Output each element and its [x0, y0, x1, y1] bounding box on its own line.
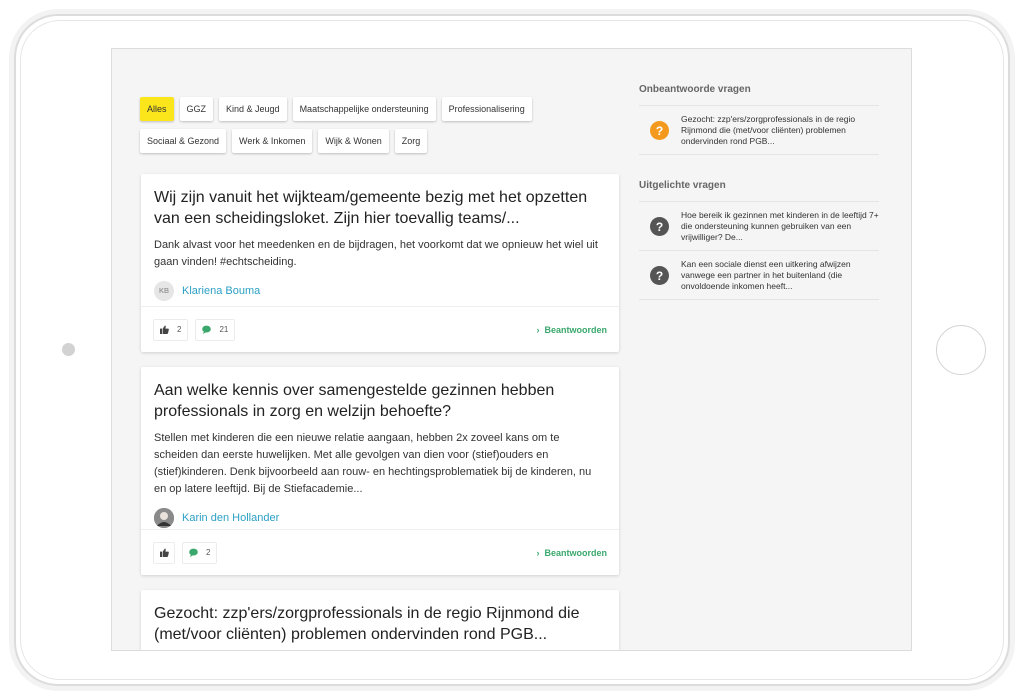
author: Karin den Hollander [154, 507, 606, 529]
featured-questions: Uitgelichte vragen ? Hoe bereik ik gezin… [639, 180, 879, 300]
filter-professionalisering[interactable]: Professionalisering [441, 97, 532, 121]
filter-maatschappelijke-ondersteuning[interactable]: Maatschappelijke ondersteuning [292, 97, 436, 121]
question-excerpt: Stellen met kinderen die een nieuwe rela… [154, 432, 592, 495]
question-icon: ? [650, 121, 669, 140]
filter-alles[interactable]: Alles [140, 97, 174, 121]
question-title[interactable]: Wij zijn vanuit het wijkteam/gemeente be… [154, 187, 606, 229]
section-heading: Onbeantwoorde vragen [639, 84, 751, 95]
like-count: 2 [177, 325, 182, 334]
filter-werk-inkomen[interactable]: Werk & Inkomen [232, 129, 313, 153]
sidebar-question-text: Gezocht: zzp'ers/zorgprofessionals in de… [681, 114, 856, 146]
sidebar-question-text: Hoe bereik ik gezinnen met kinderen in d… [681, 210, 879, 242]
screen: Alles GGZ Kind & Jeugd Maatschappelijke … [111, 48, 912, 651]
filter-kind-jeugd[interactable]: Kind & Jeugd [219, 97, 287, 121]
answer-label: Beantwoorden [544, 547, 607, 558]
section-heading: Uitgelichte vragen [639, 180, 726, 191]
unanswered-questions: Onbeantwoorde vragen ? Gezocht: zzp'ers/… [639, 84, 879, 155]
question-icon: ? [650, 217, 669, 236]
question-list: ? Gezocht: zzp'ers/zorgprofessionals in … [639, 105, 879, 155]
question-card: Gezocht: zzp'ers/zorgprofessionals in de… [141, 590, 619, 650]
category-filters: Alles GGZ Kind & Jeugd Maatschappelijke … [140, 97, 610, 153]
thumbs-up-icon [154, 543, 174, 563]
author-link[interactable]: Karin den Hollander [182, 512, 279, 524]
question-title[interactable]: Aan welke kennis over samengestelde gezi… [154, 380, 606, 422]
sidebar-question-text: Kan een sociale dienst een uitkering afw… [681, 259, 851, 291]
card-footer: 2 › Beantwoorden [141, 529, 619, 575]
filter-wijk-wonen[interactable]: Wijk & Wonen [318, 129, 389, 153]
question-card: Aan welke kennis over samengestelde gezi… [141, 367, 619, 575]
comment-count: 2 [206, 548, 211, 557]
card-footer: 2 21 › Beantwoorden [141, 306, 619, 352]
sidebar-question[interactable]: ? Kan een sociale dienst een uitkering a… [639, 251, 879, 300]
thumbs-up-icon [154, 320, 174, 340]
like-button[interactable] [153, 541, 175, 564]
author: KB Klariena Bouma [154, 280, 606, 302]
sidebar-question[interactable]: ? Hoe bereik ik gezinnen met kinderen in… [639, 202, 879, 251]
comment-count: 21 [219, 325, 229, 334]
answer-button[interactable]: › Beantwoorden [536, 548, 607, 558]
comment-button[interactable]: 2 [182, 541, 218, 564]
question-icon: ? [650, 266, 669, 285]
comment-button[interactable]: 21 [195, 318, 236, 341]
question-title[interactable]: Gezocht: zzp'ers/zorgprofessionals in de… [154, 603, 606, 645]
chevron-right-icon: › [536, 324, 540, 335]
home-button[interactable] [936, 325, 986, 375]
author-link[interactable]: Klariena Bouma [182, 285, 260, 297]
answer-button[interactable]: › Beantwoorden [536, 325, 607, 335]
question-card: Wij zijn vanuit het wijkteam/gemeente be… [141, 174, 619, 352]
question-excerpt: Dank alvast voor het meedenken en de bij… [154, 239, 598, 268]
question-list: ? Hoe bereik ik gezinnen met kinderen in… [639, 201, 879, 300]
sidebar-question[interactable]: ? Gezocht: zzp'ers/zorgprofessionals in … [639, 106, 879, 155]
avatar: KB [154, 281, 174, 301]
camera-icon [62, 343, 75, 356]
comment-icon [183, 543, 203, 563]
answer-label: Beantwoorden [544, 324, 607, 335]
like-button[interactable]: 2 [153, 318, 189, 341]
chevron-right-icon: › [536, 547, 540, 558]
filter-sociaal-gezond[interactable]: Sociaal & Gezond [140, 129, 227, 153]
filter-ggz[interactable]: GGZ [179, 97, 214, 121]
comment-icon [196, 320, 216, 340]
filter-zorg[interactable]: Zorg [394, 129, 428, 153]
avatar [154, 508, 174, 528]
